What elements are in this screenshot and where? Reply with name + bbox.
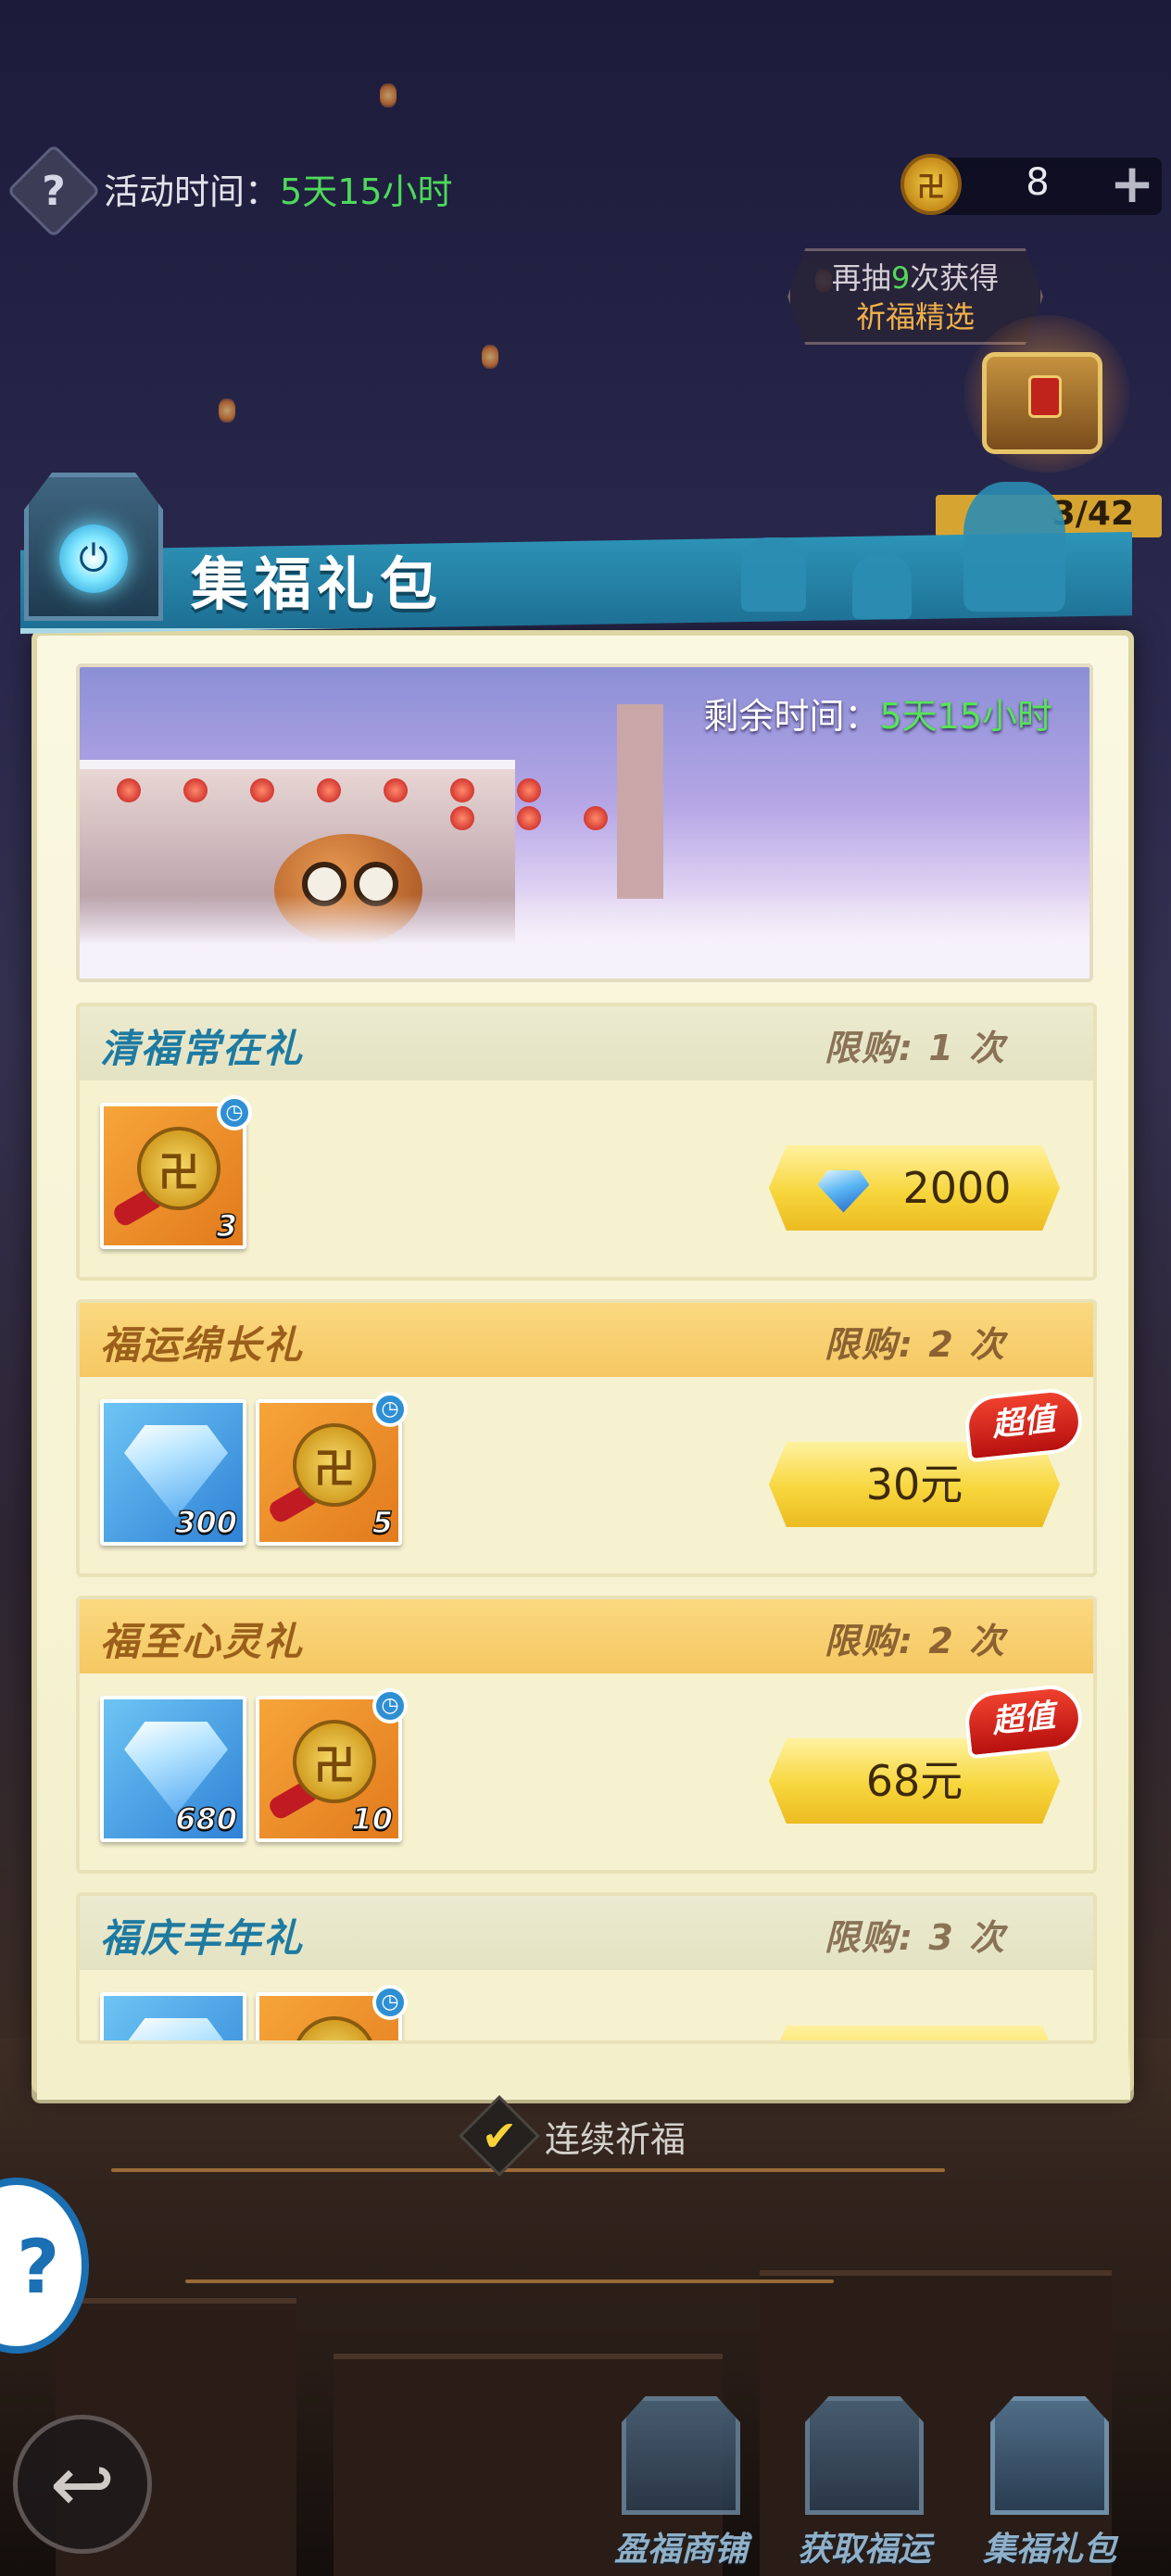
tab-gift-pack[interactable]: 集福礼包 — [971, 2396, 1128, 2572]
silhouette-decoration — [963, 482, 1065, 612]
diamond-icon — [124, 1425, 228, 1518]
buy-button[interactable] — [769, 2026, 1060, 2040]
currency-amount: 8 — [1026, 161, 1050, 204]
lucky-charm-icon — [900, 154, 962, 215]
package-header: 福运绵长礼 限购: 2 次 — [80, 1303, 1093, 1377]
continue-prayer-label: 连续祈福 — [545, 2118, 686, 2160]
clock-tower — [617, 704, 663, 899]
scroll-fade — [37, 2044, 1130, 2100]
continue-prayer-toggle[interactable]: 连续祈福 — [459, 2095, 686, 2177]
lucky-charm-icon — [293, 2016, 376, 2040]
sky-lantern — [482, 345, 498, 369]
reward-item-diamond[interactable] — [100, 1992, 246, 2040]
remaining-time-label: 剩余时间： — [703, 696, 880, 737]
snow-ground — [80, 895, 1089, 979]
power-icon — [59, 524, 128, 593]
silhouette-decoration — [852, 554, 912, 619]
item-quantity: 3 — [216, 1207, 238, 1244]
package-header: 清福常在礼 限购: 1 次 — [80, 1006, 1093, 1080]
purchase-limit: 限购: 2 次 — [824, 1621, 1006, 1661]
reward-item-diamond[interactable]: 680 — [100, 1696, 246, 1842]
reward-item-lucky-charm[interactable]: 3 — [100, 1095, 252, 1249]
silhouette-decoration — [741, 537, 806, 612]
package-header: 福庆丰年礼 限购: 3 次 — [80, 1896, 1093, 1970]
lantern-string — [450, 806, 608, 830]
package-card: 福至心灵礼 限购: 2 次 680 10 68元 超值 — [76, 1596, 1097, 1874]
tab-shop[interactable]: 盈福商铺 — [602, 2396, 760, 2572]
value-badge: 超值 — [962, 1682, 1086, 1760]
sky-lantern — [219, 398, 235, 423]
package-name: 福至心灵礼 — [100, 1619, 305, 1664]
price-label: 68元 — [865, 1756, 963, 1806]
package-name: 福庆丰年礼 — [100, 1915, 305, 1961]
diamond-icon — [124, 2018, 228, 2040]
lucky-charm-icon — [137, 1127, 220, 1210]
item-quantity: 300 — [174, 1504, 237, 1541]
clock-icon — [217, 1095, 252, 1130]
back-button[interactable] — [13, 2415, 152, 2554]
draw-hint-prefix: 再抽 — [831, 260, 891, 296]
package-name: 清福常在礼 — [100, 1026, 305, 1071]
gift-box-icon — [990, 2396, 1109, 2515]
item-quantity: 5 — [371, 1504, 394, 1541]
reward-item-diamond[interactable]: 300 — [100, 1399, 246, 1546]
clock-icon — [372, 1985, 408, 2020]
add-currency-button[interactable]: + — [1108, 157, 1156, 211]
price-label: 30元 — [865, 1459, 963, 1509]
checkmark-icon[interactable] — [459, 2095, 540, 2177]
question-icon: ? — [42, 167, 66, 215]
lucky-charm-icon — [293, 1720, 376, 1803]
tab-label: 获取福运 — [797, 2531, 931, 2569]
package-card: 清福常在礼 限购: 1 次 3 2000 — [76, 1003, 1097, 1281]
price-label: 2000 — [902, 1163, 1012, 1213]
event-time-label: 活动时间： — [104, 171, 281, 212]
shop-icon — [622, 2396, 740, 2515]
item-quantity: 10 — [351, 1800, 394, 1837]
buy-button[interactable]: 2000 — [769, 1145, 1060, 1231]
diamond-icon — [124, 1722, 228, 1814]
draw-hint-suffix: 次获得 — [910, 260, 1000, 296]
sky-lantern — [380, 83, 397, 107]
package-name: 福运绵长礼 — [100, 1322, 305, 1368]
reward-item-lucky-charm[interactable]: 10 — [256, 1688, 408, 1842]
diamond-icon — [817, 1169, 870, 1213]
reward-item-lucky-charm[interactable]: 5 — [256, 1392, 408, 1546]
purchase-limit: 限购: 1 次 — [824, 1028, 1006, 1068]
purchase-limit: 限购: 2 次 — [824, 1324, 1006, 1365]
tab-get-fortune[interactable]: 获取福运 — [786, 2396, 943, 2572]
tab-label: 集福礼包 — [982, 2531, 1116, 2569]
clock-icon — [372, 1688, 408, 1724]
clock-icon — [372, 1392, 408, 1427]
purchase-limit: 限购: 3 次 — [824, 1917, 1006, 1958]
remaining-time-value: 5天15小时 — [879, 696, 1052, 737]
tab-label: 盈福商铺 — [613, 2531, 748, 2569]
reward-item-lucky-charm[interactable] — [256, 1985, 408, 2040]
remaining-time: 剩余时间：5天15小时 — [703, 688, 1052, 739]
item-quantity: 680 — [174, 1800, 237, 1837]
plus-icon: + — [1109, 152, 1155, 215]
event-time: 活动时间：5天15小时 — [104, 163, 453, 214]
fortune-scroll-icon — [805, 2396, 924, 2515]
draw-hint-count: 9 — [890, 260, 911, 296]
value-badge: 超值 — [962, 1385, 1086, 1463]
package-header: 福至心灵礼 限购: 2 次 — [80, 1599, 1093, 1673]
package-card: 福庆丰年礼 限购: 3 次 — [76, 1892, 1097, 2044]
help-button[interactable]: ? — [6, 144, 101, 238]
treasure-chest-icon[interactable] — [982, 352, 1102, 454]
lantern-string — [117, 778, 541, 802]
panel-title: 集福礼包 — [191, 550, 444, 618]
event-time-value: 5天15小时 — [280, 171, 453, 212]
event-banner: 剩余时间：5天15小时 — [76, 663, 1093, 982]
package-card: 福运绵长礼 限购: 2 次 300 5 30元 超值 — [76, 1299, 1097, 1577]
lucky-charm-icon — [293, 1423, 376, 1507]
